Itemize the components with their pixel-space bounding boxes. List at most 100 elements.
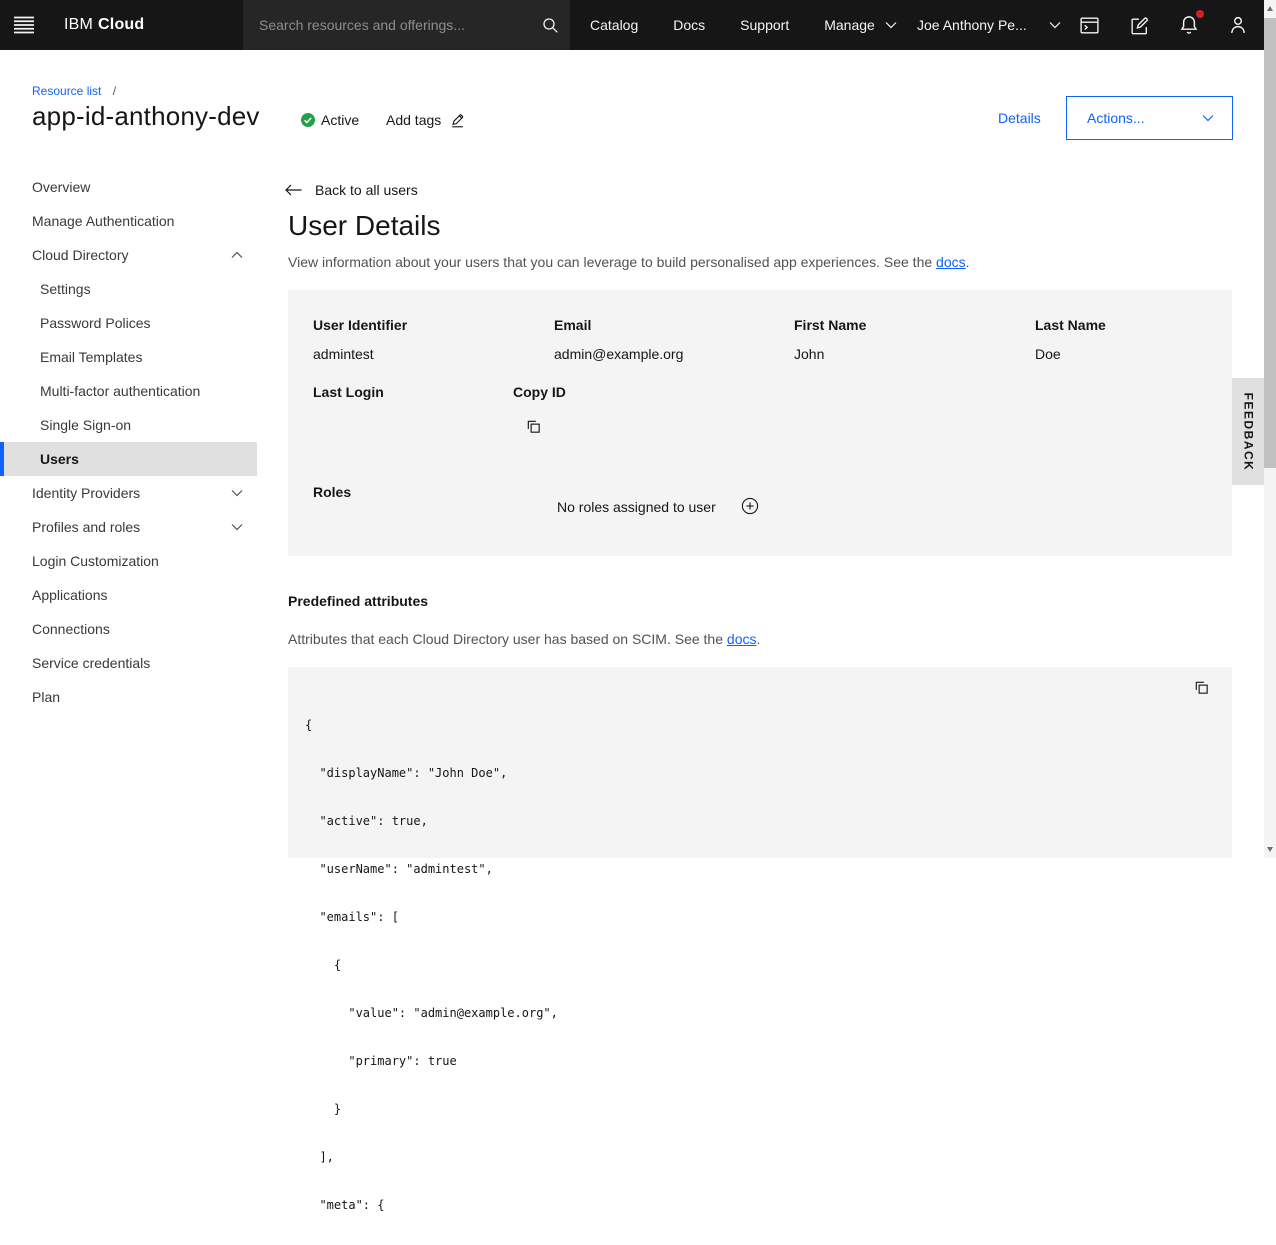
- top-nav: Catalog Docs Support Manage: [590, 0, 897, 50]
- scrollbar-up-arrow[interactable]: [1267, 6, 1273, 11]
- docs-link[interactable]: docs: [936, 254, 966, 270]
- sidebar-item-label: Settings: [40, 281, 91, 297]
- breadcrumb: Resource list /: [32, 84, 116, 98]
- sidebar-item-label: Multi-factor authentication: [40, 383, 200, 399]
- chevron-down-icon: [231, 523, 243, 531]
- add-tags-label: Add tags: [386, 112, 441, 128]
- field-label: Last Name: [1035, 317, 1265, 333]
- add-role-button[interactable]: [741, 497, 759, 515]
- last-login-label: Last Login: [313, 384, 384, 400]
- plus-circle-icon: [741, 497, 759, 515]
- field-value: John: [794, 346, 1024, 362]
- sidebar-item-label: Plan: [32, 689, 60, 705]
- sidebar-item-overview[interactable]: Overview: [0, 170, 257, 204]
- compose-edit-icon[interactable]: [1115, 0, 1163, 50]
- nav-docs[interactable]: Docs: [673, 17, 705, 33]
- sidebar-item-cloud-directory[interactable]: Cloud Directory: [0, 238, 257, 272]
- brand-ibm: IBM: [64, 16, 93, 34]
- field-value: admin@example.org: [554, 346, 784, 362]
- scrollbar-thumb[interactable]: [1264, 18, 1276, 468]
- status-badge: Active: [301, 112, 359, 128]
- field-email: Email admin@example.org: [554, 317, 784, 362]
- field-user-identifier: User Identifier admintest: [313, 317, 543, 362]
- sidebar-nav: Overview Manage Authentication Cloud Dir…: [0, 170, 257, 714]
- page-scrollbar[interactable]: [1264, 0, 1276, 858]
- edit-pencil-icon: [450, 112, 465, 128]
- field-value: admintest: [313, 346, 543, 362]
- sidebar-item-service-credentials[interactable]: Service credentials: [0, 646, 257, 680]
- sidebar-item-label: Overview: [32, 179, 90, 195]
- sidebar-item-connections[interactable]: Connections: [0, 612, 257, 646]
- brand-cloud: Cloud: [98, 16, 144, 34]
- copy-code-button[interactable]: [1193, 679, 1210, 696]
- predefined-attributes-description: Attributes that each Cloud Directory use…: [288, 631, 760, 647]
- roles-label: Roles: [313, 484, 351, 500]
- back-link-label: Back to all users: [315, 182, 418, 198]
- sidebar-item-label: Connections: [32, 621, 110, 637]
- sidebar-item-email-templates[interactable]: Email Templates: [0, 340, 257, 374]
- breadcrumb-resource-list-link[interactable]: Resource list: [32, 84, 101, 98]
- sidebar-item-label: Single Sign-on: [40, 417, 131, 433]
- chevron-up-icon: [231, 251, 243, 259]
- docs-link[interactable]: docs: [727, 631, 757, 647]
- feedback-label: FEEDBACK: [1241, 392, 1255, 471]
- sidebar-item-applications[interactable]: Applications: [0, 578, 257, 612]
- account-name: Joe Anthony Pe...: [917, 17, 1027, 33]
- page-title: app-id-anthony-dev: [32, 101, 260, 132]
- section-title: User Details: [288, 210, 440, 242]
- sidebar-item-label: Service credentials: [32, 655, 150, 671]
- copy-id-button[interactable]: [525, 418, 542, 435]
- user-details-card: User Identifier admintest Email admin@ex…: [288, 290, 1232, 556]
- sidebar-item-password-polices[interactable]: Password Polices: [0, 306, 257, 340]
- account-menu[interactable]: Joe Anthony Pe...: [917, 0, 1061, 50]
- sidebar-item-label: Email Templates: [40, 349, 142, 365]
- hamburger-menu-icon[interactable]: [12, 13, 36, 37]
- breadcrumb-separator: /: [113, 84, 116, 98]
- sidebar-item-manage-authentication[interactable]: Manage Authentication: [0, 204, 257, 238]
- sidebar-item-label: Manage Authentication: [32, 213, 174, 229]
- ibm-cloud-logo[interactable]: IBM Cloud: [64, 0, 144, 50]
- details-link[interactable]: Details: [998, 110, 1041, 126]
- scrollbar-down-arrow[interactable]: [1267, 847, 1273, 852]
- copy-icon: [525, 418, 542, 435]
- actions-label: Actions...: [1087, 110, 1145, 126]
- sidebar-item-multi-factor-authentication[interactable]: Multi-factor authentication: [0, 374, 257, 408]
- chevron-down-icon: [1049, 21, 1061, 29]
- copy-id-label: Copy ID: [513, 384, 566, 400]
- field-value: Doe: [1035, 346, 1265, 362]
- active-check-icon: [301, 113, 315, 127]
- field-last-name: Last Name Doe: [1035, 317, 1265, 362]
- sidebar-item-label: Login Customization: [32, 553, 159, 569]
- console-window-icon[interactable]: [1065, 0, 1113, 50]
- sidebar-item-users[interactable]: Users: [0, 442, 257, 476]
- field-label: First Name: [794, 317, 1024, 333]
- actions-dropdown[interactable]: Actions...: [1066, 96, 1233, 140]
- search-icon[interactable]: [530, 0, 570, 50]
- sidebar-item-settings[interactable]: Settings: [0, 272, 257, 306]
- sidebar-item-label: Profiles and roles: [32, 519, 140, 535]
- user-avatar-icon[interactable]: [1214, 0, 1262, 50]
- search-input[interactable]: [243, 17, 530, 33]
- roles-empty-text: No roles assigned to user: [557, 499, 716, 515]
- nav-catalog[interactable]: Catalog: [590, 17, 638, 33]
- nav-support[interactable]: Support: [740, 17, 789, 33]
- back-to-all-users-link[interactable]: Back to all users: [285, 182, 418, 198]
- back-arrow-icon: [285, 184, 302, 196]
- nav-manage[interactable]: Manage: [824, 17, 897, 33]
- feedback-tab[interactable]: FEEDBACK: [1232, 378, 1264, 485]
- chevron-down-icon: [1202, 114, 1214, 122]
- sidebar-item-label: Identity Providers: [32, 485, 140, 501]
- top-header: IBM Cloud Catalog Docs Support Manage Joe…: [0, 0, 1264, 50]
- scim-attributes-code-block: { "displayName": "John Doe", "active": t…: [288, 667, 1232, 858]
- sidebar-item-label: Password Polices: [40, 315, 151, 331]
- sidebar-item-profiles-and-roles[interactable]: Profiles and roles: [0, 510, 257, 544]
- sidebar-item-login-customization[interactable]: Login Customization: [0, 544, 257, 578]
- sidebar-item-plan[interactable]: Plan: [0, 680, 257, 714]
- sidebar-item-label: Cloud Directory: [32, 247, 128, 263]
- add-tags-button[interactable]: Add tags: [386, 112, 465, 128]
- notification-bell-icon[interactable]: [1165, 0, 1213, 50]
- field-label: Email: [554, 317, 784, 333]
- sidebar-item-identity-providers[interactable]: Identity Providers: [0, 476, 257, 510]
- predefined-attributes-heading: Predefined attributes: [288, 593, 428, 609]
- sidebar-item-single-sign-on[interactable]: Single Sign-on: [0, 408, 257, 442]
